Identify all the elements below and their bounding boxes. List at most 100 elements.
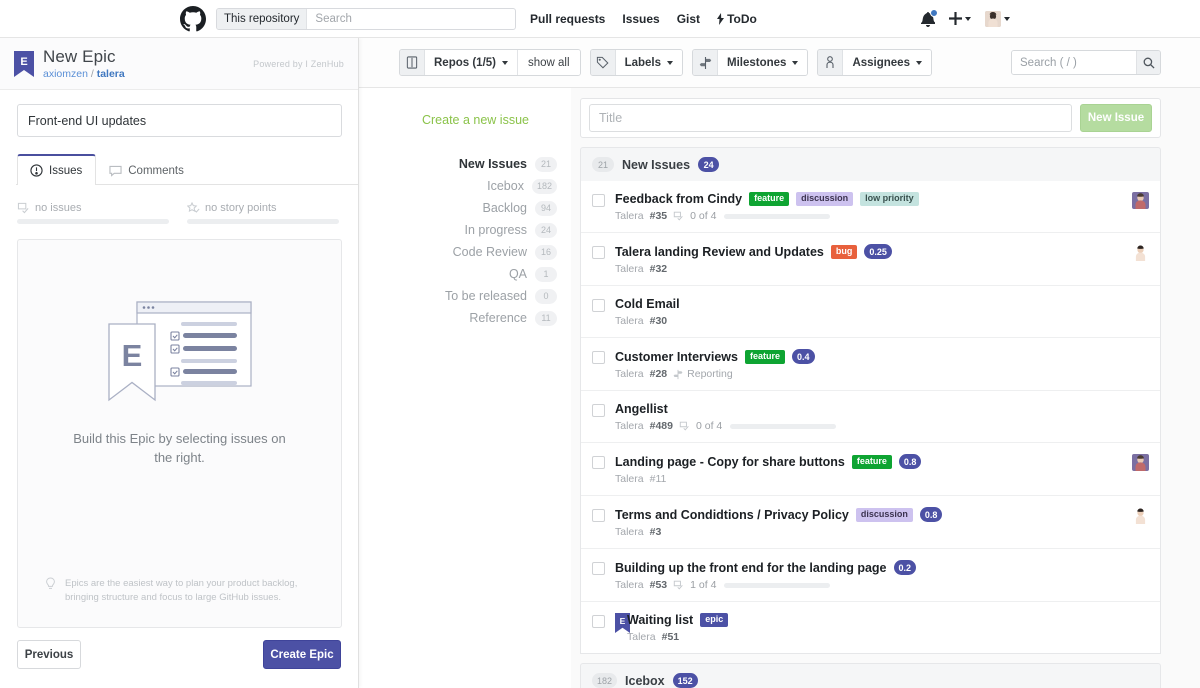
issue-checkbox[interactable] xyxy=(592,562,605,575)
section-header[interactable]: 21 New Issues 24 xyxy=(580,147,1161,181)
issue-checklist-icon xyxy=(679,421,689,431)
table-row[interactable]: Talera landing Review and Updates bug 0.… xyxy=(581,233,1160,286)
avatar-placeholder xyxy=(1132,613,1149,630)
pipeline-item-to-be-released[interactable]: To be released 0 xyxy=(359,285,571,307)
pipeline-item-new-issues[interactable]: New Issues 21 xyxy=(359,153,571,175)
milestones-filter-button[interactable]: Milestones xyxy=(718,50,808,75)
table-row[interactable]: Building up the front end for the landin… xyxy=(581,549,1160,602)
milestone-signpost-icon xyxy=(673,369,683,379)
pipeline-label: Code Review xyxy=(452,245,527,259)
create-new-issue-link[interactable]: Create a new issue xyxy=(359,113,571,127)
pipeline-label: New Issues xyxy=(458,157,527,171)
issue-title: Angellist xyxy=(615,402,668,416)
issue-checkbox[interactable] xyxy=(592,509,605,522)
pipeline-count: 0 xyxy=(535,288,557,304)
breadcrumb-owner[interactable]: axiomzen xyxy=(43,68,88,80)
create-new-menu[interactable] xyxy=(949,12,971,25)
breadcrumb: axiomzen / talera xyxy=(43,68,125,80)
pipeline-item-reference[interactable]: Reference 11 xyxy=(359,307,571,329)
new-issue-title-input[interactable] xyxy=(589,104,1072,132)
github-search-box[interactable]: This repository xyxy=(216,7,516,30)
issue-checkbox[interactable] xyxy=(592,194,605,207)
section-header[interactable]: 182 Icebox 152 xyxy=(580,663,1161,688)
epic-panel-footer: Previous Create Epic xyxy=(17,640,341,669)
chevron-down-icon xyxy=(965,16,971,21)
issue-checkbox[interactable] xyxy=(592,456,605,469)
section-total-count: 182 xyxy=(592,673,618,688)
tab-issues[interactable]: Issues xyxy=(17,154,97,185)
breadcrumb-separator: / xyxy=(90,67,94,80)
breadcrumb-repo[interactable]: talera xyxy=(97,68,125,80)
issue-title: Terms and Condidtions / Privacy Policy xyxy=(615,507,849,522)
issue-checkbox[interactable] xyxy=(592,246,605,259)
board-search-box xyxy=(1011,50,1161,75)
tab-comments[interactable]: Comments xyxy=(96,154,198,185)
table-row[interactable]: Angellist Talera #489 0 of 4 xyxy=(581,391,1160,443)
issue-label: feature xyxy=(749,192,790,206)
issue-checkbox[interactable] xyxy=(592,351,605,364)
issue-repo: Talera xyxy=(615,579,644,591)
issue-repo: Talera xyxy=(615,526,644,538)
powered-by-label: Powered by I ZenHub xyxy=(253,59,344,69)
repos-filter-button[interactable]: Repos (1/5) xyxy=(425,50,517,75)
nav-issues[interactable]: Issues xyxy=(622,12,659,26)
github-header-actions xyxy=(921,8,1010,27)
issue-number: #51 xyxy=(661,631,680,643)
issue-estimate: 0.8 xyxy=(919,507,943,522)
issue-checkbox[interactable] xyxy=(592,615,605,628)
avatar xyxy=(1132,244,1149,261)
issue-number: #3 xyxy=(649,526,662,538)
pipeline-item-in-progress[interactable]: In progress 24 xyxy=(359,219,571,241)
user-menu[interactable] xyxy=(985,10,1010,27)
pipeline-count: 1 xyxy=(535,266,557,282)
issue-milestone: Reporting xyxy=(673,368,733,380)
page-title: New Epic xyxy=(43,47,116,67)
issue-label: feature xyxy=(851,454,892,469)
table-row[interactable]: Cold Email Talera #30 xyxy=(581,286,1160,338)
pipeline-label: Icebox xyxy=(487,179,524,193)
table-row[interactable]: Landing page - Copy for share buttons fe… xyxy=(581,443,1160,496)
previous-button[interactable]: Previous xyxy=(17,640,81,669)
svg-text:E: E xyxy=(121,338,142,373)
table-row[interactable]: Terms and Condidtions / Privacy Policy d… xyxy=(581,496,1160,549)
issue-title: Cold Email xyxy=(615,297,680,311)
magnifier-icon[interactable] xyxy=(1136,51,1160,74)
issue-repo: Talera xyxy=(615,210,644,222)
section-estimate-badge: 152 xyxy=(672,673,698,688)
nav-todo[interactable]: ToDo xyxy=(717,12,757,26)
plus-icon xyxy=(949,12,962,25)
nav-pull-requests[interactable]: Pull requests xyxy=(530,12,605,26)
table-row[interactable]: Customer Interviews feature 0.4 Talera #… xyxy=(581,338,1160,391)
nav-gist[interactable]: Gist xyxy=(677,12,700,26)
issue-list: Feedback from Cindy feature discussion l… xyxy=(580,181,1161,654)
issue-estimate: 0.25 xyxy=(864,244,892,259)
issue-checklist-icon xyxy=(673,580,683,590)
new-issue-submit-button[interactable]: New Issue xyxy=(1080,104,1152,132)
board-search-input[interactable] xyxy=(1012,51,1136,74)
epic-title-input[interactable] xyxy=(17,104,342,137)
create-epic-button[interactable]: Create Epic xyxy=(263,640,341,669)
pipeline-item-code-review[interactable]: Code Review 16 xyxy=(359,241,571,263)
issue-label: feature xyxy=(744,349,785,364)
issue-checkbox[interactable] xyxy=(592,299,605,312)
issue-repo: Talera xyxy=(615,263,644,275)
pipeline-count: 16 xyxy=(535,244,557,260)
table-row[interactable]: E Waiting list epic Talera #51 xyxy=(581,602,1160,653)
notifications-button[interactable] xyxy=(921,8,938,27)
pipeline-item-qa[interactable]: QA 1 xyxy=(359,263,571,285)
pipeline-item-backlog[interactable]: Backlog 94 xyxy=(359,197,571,219)
pipeline-item-icebox[interactable]: Icebox 182 xyxy=(359,175,571,197)
section-icebox: 182 Icebox 152 xyxy=(580,663,1161,688)
issue-checkbox[interactable] xyxy=(592,404,605,417)
epic-stats: no issues no story points xyxy=(17,202,341,224)
labels-filter-button[interactable]: Labels xyxy=(615,50,682,75)
table-row[interactable]: Feedback from Cindy feature discussion l… xyxy=(581,181,1160,233)
github-mark-icon[interactable] xyxy=(180,5,206,32)
pipeline-count: 94 xyxy=(535,200,557,216)
show-all-repos-button[interactable]: show all xyxy=(518,50,580,75)
chevron-down-icon xyxy=(1004,16,1010,21)
github-search-input[interactable] xyxy=(307,8,515,29)
assignees-filter-button[interactable]: Assignees xyxy=(843,50,931,75)
issue-title: Customer Interviews xyxy=(615,349,738,364)
issue-progress-bar xyxy=(730,423,837,429)
